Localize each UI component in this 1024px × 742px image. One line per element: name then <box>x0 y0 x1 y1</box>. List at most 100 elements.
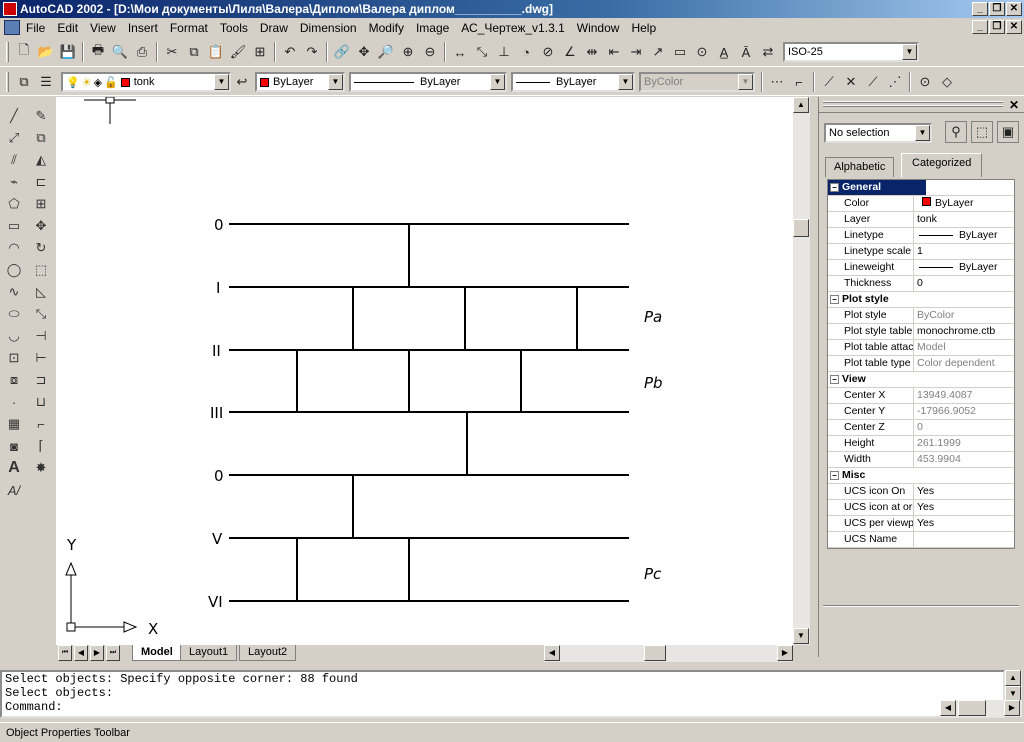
erase-icon[interactable]: ✎ <box>30 105 52 127</box>
menu-tools[interactable]: Tools <box>220 21 254 35</box>
dim-edit-icon[interactable]: A̲ <box>713 41 735 63</box>
tab-layout2[interactable]: Layout2 <box>239 645 297 661</box>
snap-extension-icon[interactable]: ⋰ <box>884 71 906 93</box>
property-value[interactable]: 1 <box>914 244 1014 259</box>
mirror-icon[interactable]: ◭ <box>30 149 52 171</box>
property-category[interactable]: − Misc <box>828 468 1014 484</box>
palette-grip[interactable] <box>823 101 1003 103</box>
redo-icon[interactable]: ↷ <box>301 41 323 63</box>
polygon-icon[interactable]: ⬠ <box>3 193 25 215</box>
paste-icon[interactable]: 📋 <box>205 41 227 63</box>
property-row[interactable]: Center X 13949.4087 <box>828 388 1014 404</box>
scroll-left-icon[interactable]: ◀ <box>940 700 956 716</box>
maximize-icon[interactable]: ❐ <box>989 2 1005 16</box>
command-prompt-row[interactable]: Command: <box>5 700 1003 714</box>
mtext-icon[interactable]: A <box>3 457 25 479</box>
zoom-window-icon[interactable]: ⊕ <box>397 41 419 63</box>
property-row[interactable]: UCS per viewportYes <box>828 516 1014 532</box>
rectangle-icon[interactable]: ▭ <box>3 215 25 237</box>
property-row[interactable]: Plot style table monochrome.ctb <box>828 324 1014 340</box>
chevron-down-icon[interactable]: ▼ <box>328 74 343 90</box>
spline-icon[interactable]: ∿ <box>3 281 25 303</box>
snap-quadrant-icon[interactable]: ◇ <box>936 71 958 93</box>
command-hscrollbar[interactable]: ◀ ▶ <box>940 700 1022 717</box>
menu-insert[interactable]: Insert <box>128 21 164 35</box>
tab-layout1[interactable]: Layout1 <box>180 645 238 661</box>
property-value[interactable]: Yes <box>914 484 1014 499</box>
center-mark-icon[interactable]: ⊙ <box>691 41 713 63</box>
quick-dim-icon[interactable]: ⇹ <box>581 41 603 63</box>
print-icon[interactable]: 🖶 <box>87 41 109 63</box>
property-row[interactable]: Height 261.1999 <box>828 436 1014 452</box>
property-value[interactable]: Yes <box>914 500 1014 515</box>
property-row[interactable]: Center Y -17966.9052 <box>828 404 1014 420</box>
property-category[interactable]: − View <box>828 372 1014 388</box>
close-icon[interactable]: ✕ <box>1006 2 1022 16</box>
property-row[interactable]: UCS icon at originYes <box>828 500 1014 516</box>
multiline-icon[interactable]: ⫽ <box>3 149 25 171</box>
property-row[interactable]: Color ByLayer <box>828 196 1014 212</box>
property-row[interactable]: Layer tonk <box>828 212 1014 228</box>
arc-icon[interactable]: ◠ <box>3 237 25 259</box>
block-editor-icon[interactable]: ⊞ <box>249 41 271 63</box>
scroll-down-icon[interactable]: ▼ <box>793 628 809 644</box>
layers-icon[interactable]: ☰ <box>35 71 57 93</box>
property-row[interactable]: Lineweight ByLayer <box>828 260 1014 276</box>
hyperlink-icon[interactable]: 🔗 <box>331 41 353 63</box>
property-value[interactable]: 261.1999 <box>914 436 1014 451</box>
collapse-icon[interactable]: − <box>830 294 839 304</box>
scroll-right-icon[interactable]: ▶ <box>777 645 793 661</box>
property-value[interactable]: Yes <box>914 516 1014 531</box>
palette-close-icon[interactable]: ✕ <box>1009 98 1019 112</box>
property-value[interactable]: ByColor <box>914 308 1014 323</box>
snap-midpoint-icon[interactable]: ⟋ <box>818 71 840 93</box>
fillet-icon[interactable]: ⌈ <box>30 435 52 457</box>
property-value[interactable]: ByLayer <box>914 196 1014 211</box>
chevron-down-icon[interactable]: ▼ <box>915 125 930 141</box>
point-icon[interactable]: · <box>3 391 25 413</box>
leader-icon[interactable]: ↗ <box>647 41 669 63</box>
property-value[interactable] <box>914 532 1014 547</box>
menu-view[interactable]: View <box>90 21 122 35</box>
snap-apparent-icon[interactable]: ⟋ <box>862 71 884 93</box>
line-icon[interactable]: ╱ <box>3 105 25 127</box>
dimstyle-select[interactable]: ISO-25 ▼ <box>783 42 919 62</box>
pan-realtime-icon[interactable]: ✥ <box>353 41 375 63</box>
chevron-down-icon[interactable]: ▼ <box>214 74 229 90</box>
save-icon[interactable]: 💾 <box>57 41 79 63</box>
menu-format[interactable]: Format <box>170 21 214 35</box>
print-preview-icon[interactable]: 🔍 <box>109 41 131 63</box>
copy-icon[interactable]: ⧉ <box>183 41 205 63</box>
zoom-previous-icon[interactable]: ⊖ <box>419 41 441 63</box>
next-tab-icon[interactable]: ▶ <box>90 645 104 661</box>
lineweight-select[interactable]: ByLayer ▼ <box>511 72 635 92</box>
break-at-point-icon[interactable]: ⊔ <box>30 391 52 413</box>
menu-window[interactable]: Window <box>577 21 626 35</box>
property-category[interactable]: − Plot style <box>828 292 1014 308</box>
command-line[interactable]: Select objects: Specify opposite corner:… <box>0 670 1005 718</box>
chevron-down-icon[interactable]: ▼ <box>902 44 917 60</box>
collapse-icon[interactable]: − <box>830 374 839 384</box>
offset-icon[interactable]: ⊏ <box>30 171 52 193</box>
scroll-up-icon[interactable]: ▲ <box>1005 670 1021 686</box>
palette-grip[interactable] <box>823 105 1003 107</box>
document-icon[interactable] <box>4 20 20 35</box>
property-value[interactable]: Color dependent <box>914 356 1014 371</box>
make-block-icon[interactable]: ⧇ <box>3 369 25 391</box>
layer-select[interactable]: 💡 ☀ ◈ 🔓 tonk ▼ <box>61 72 231 92</box>
menu-modify[interactable]: Modify <box>369 21 410 35</box>
property-value[interactable]: -17966.9052 <box>914 404 1014 419</box>
autocad-app-icon[interactable] <box>3 2 17 16</box>
insert-block-icon[interactable]: ⊡ <box>3 347 25 369</box>
dim-aligned-icon[interactable]: ⤡ <box>471 41 493 63</box>
lengthen-icon[interactable]: ⤡ <box>30 303 52 325</box>
hscroll-thumb[interactable] <box>958 700 986 716</box>
menu-file[interactable]: File <box>26 21 51 35</box>
property-value[interactable]: Model <box>914 340 1014 355</box>
scale-icon[interactable]: ⬚ <box>30 259 52 281</box>
scroll-thumb[interactable] <box>793 219 809 237</box>
tolerance-icon[interactable]: ▭ <box>669 41 691 63</box>
toolbar-grip[interactable] <box>6 42 9 62</box>
property-value[interactable]: 13949.4087 <box>914 388 1014 403</box>
construction-line-icon[interactable]: ⤢ <box>3 127 25 149</box>
